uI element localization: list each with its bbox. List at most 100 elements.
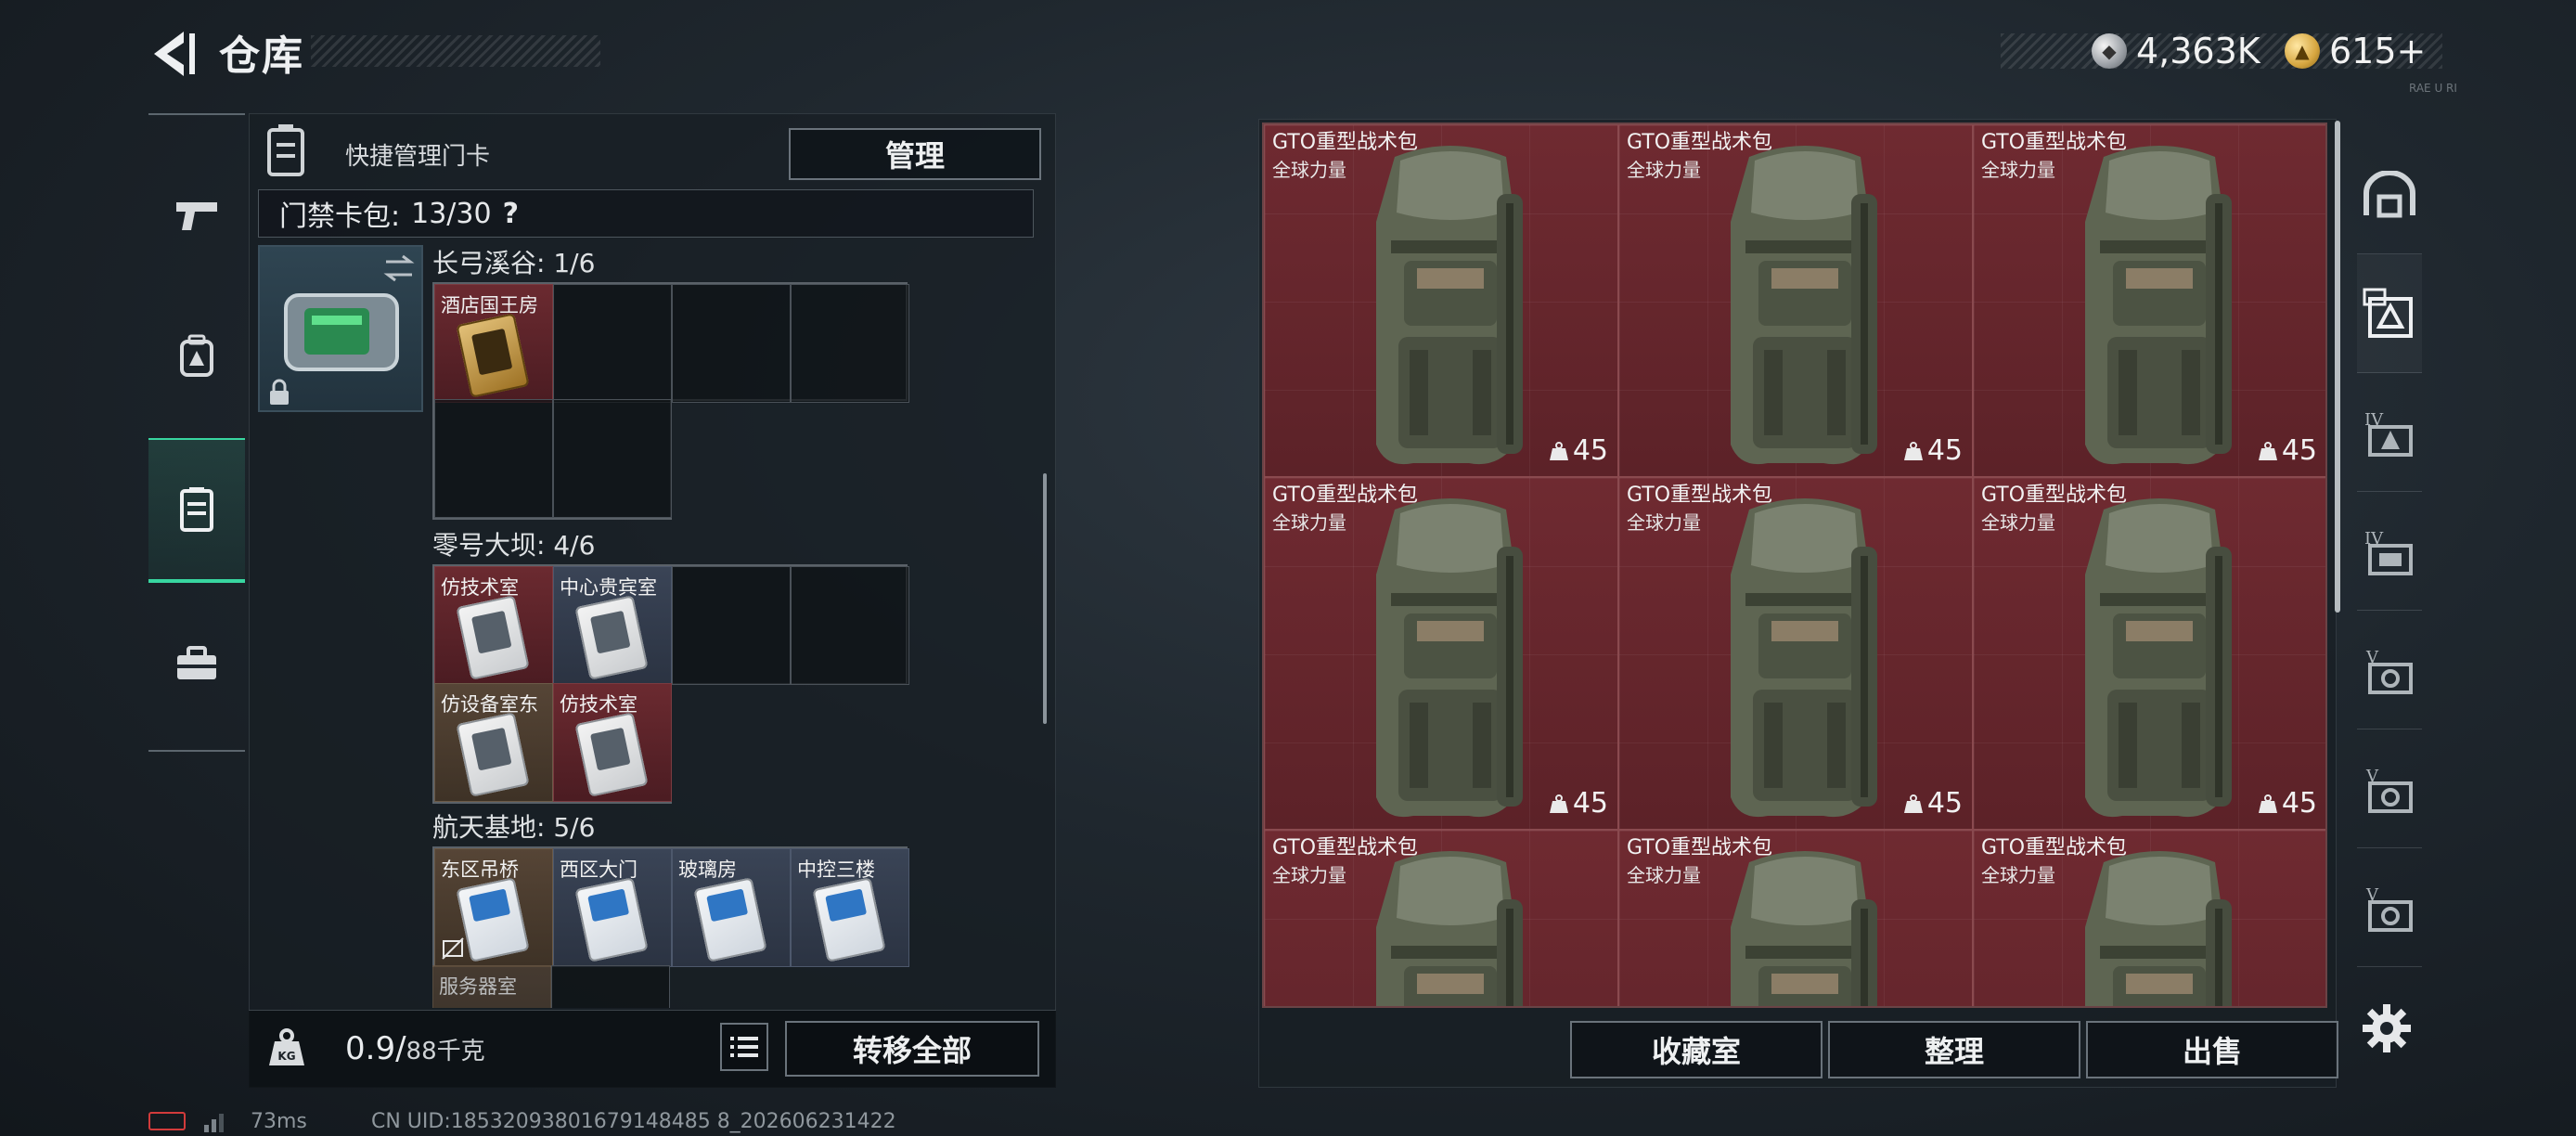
- item-weight-value: 45: [2281, 434, 2317, 467]
- keycard-name: 仿技术室: [441, 576, 519, 599]
- empty-slot[interactable]: [553, 399, 672, 518]
- keycard-image: [456, 313, 530, 398]
- tier-v-icon: V: [2365, 648, 2413, 694]
- stash-filter-nav: IV IV V V V: [2357, 119, 2422, 1010]
- empty-slot[interactable]: [551, 965, 670, 1008]
- keycard-image: [456, 877, 530, 962]
- sell-button[interactable]: 出售: [2086, 1021, 2338, 1078]
- keycard-grid-longbow-valley-row2: [432, 399, 672, 520]
- empty-slot[interactable]: [434, 399, 553, 518]
- keycard-scrollbar[interactable]: [1043, 473, 1047, 724]
- stash-item-tile[interactable]: GTO重型战术包 全球力量 45: [1618, 124, 1973, 477]
- nav-toolbox[interactable]: [148, 616, 245, 709]
- manage-button[interactable]: 管理: [789, 128, 1041, 180]
- keycard-slot[interactable]: 玻璃房: [672, 848, 791, 967]
- item-subtitle: 全球力量: [1981, 511, 2055, 534]
- back-arrow-icon: [154, 32, 195, 76]
- empty-slot[interactable]: [791, 566, 909, 685]
- keycard-grid-zero-dam-row2: 仿设备室东 仿技术室: [432, 683, 672, 804]
- item-weight: 45: [1549, 787, 1608, 820]
- weight-icon: KG: [265, 1026, 308, 1069]
- item-subtitle: 全球力量: [1272, 511, 1346, 534]
- keycard-slot[interactable]: 服务器室: [432, 965, 551, 1008]
- back-button[interactable]: [147, 28, 202, 80]
- backpack-image: [1731, 146, 1877, 465]
- stash-item-tile[interactable]: GTO重型战术包 全球力量 45: [1264, 477, 1618, 830]
- nav-equipment[interactable]: [148, 310, 245, 403]
- item-subtitle: 全球力量: [1627, 511, 1701, 534]
- stash-item-tile[interactable]: GTO重型战术包 全球力量 45: [1973, 124, 2325, 477]
- empty-slot[interactable]: [672, 566, 791, 685]
- nav-weapons[interactable]: [148, 169, 245, 262]
- item-subtitle: 全球力量: [1627, 864, 1701, 886]
- keycard-name: 酒店国王房: [441, 294, 538, 316]
- keycard-name: 玻璃房: [678, 858, 737, 881]
- filter-vault[interactable]: [2357, 136, 2422, 254]
- tier-iv-box-icon: IV: [2364, 529, 2413, 575]
- swap-icon[interactable]: [380, 252, 418, 284]
- nav-keycards[interactable]: [148, 438, 245, 583]
- keycard-slot[interactable]: 酒店国王房: [434, 284, 553, 403]
- ping-readout: 73ms: [251, 1110, 307, 1133]
- empty-slot[interactable]: [791, 284, 909, 403]
- settings-button[interactable]: [2361, 1002, 2413, 1054]
- item-subtitle: 全球力量: [1981, 159, 2055, 181]
- item-subtitle: 全球力量: [1272, 159, 1346, 181]
- empty-slot[interactable]: [553, 284, 672, 403]
- pouch-label: 门禁卡包:: [279, 200, 401, 233]
- no-trade-icon: [442, 937, 464, 960]
- help-icon[interactable]: ?: [503, 198, 519, 230]
- keycard-name: 中心贵宾室: [560, 576, 657, 599]
- filter-tier-v[interactable]: V: [2357, 729, 2422, 848]
- weight-icon: [1903, 794, 1923, 813]
- keycard-slot[interactable]: 西区大门: [553, 848, 672, 967]
- stash-item-tile[interactable]: GTO重型战术包 全球力量: [1973, 830, 2325, 1006]
- collection-room-button[interactable]: 收藏室: [1570, 1021, 1823, 1078]
- carry-weight: 0.9/88千克: [345, 1030, 485, 1067]
- list-icon: [730, 1037, 758, 1057]
- item-weight: 45: [1549, 434, 1608, 467]
- stash-item-tile[interactable]: GTO重型战术包 全球力量 45: [1973, 477, 2325, 830]
- backpack-image: [1376, 498, 1523, 818]
- title-decoration: [311, 35, 600, 67]
- sort-button[interactable]: 整理: [1828, 1021, 2080, 1078]
- silver-currency[interactable]: ◆ 4,363K: [2092, 28, 2260, 74]
- empty-slot[interactable]: [672, 284, 791, 403]
- stash-actions: 收藏室 整理 出售: [1570, 1021, 2338, 1078]
- stash-scrollbar[interactable]: [2335, 121, 2340, 613]
- backpack-image: [1731, 498, 1877, 818]
- weight-icon: [1903, 441, 1923, 460]
- list-view-button[interactable]: [720, 1023, 768, 1071]
- filter-keycards[interactable]: [2357, 254, 2422, 373]
- stash-item-tile[interactable]: GTO重型战术包 全球力量: [1264, 830, 1618, 1006]
- version-tag: RAE U RI: [2409, 82, 2457, 95]
- backpack-image: [2085, 146, 2232, 465]
- keycard-image: [574, 877, 649, 962]
- gold-currency[interactable]: ▲ 615+: [2285, 28, 2426, 74]
- item-weight-value: 45: [1926, 434, 1963, 467]
- stash-item-tile[interactable]: GTO重型战术包 全球力量 45: [1264, 124, 1618, 477]
- filter-tier-v[interactable]: V: [2357, 611, 2422, 729]
- keycard-slot[interactable]: 仿技术室: [434, 566, 553, 685]
- stash-item-tile[interactable]: GTO重型战术包 全球力量: [1618, 830, 1973, 1006]
- transfer-all-button[interactable]: 转移全部: [785, 1021, 1039, 1077]
- keycard-grid-space-base-row2: 服务器室: [432, 965, 672, 1008]
- item-name: GTO重型战术包: [1981, 131, 2128, 154]
- stash-grid: GTO重型战术包 全球力量 45 GTO重型战术包 全球力量 45 GTO重型战术包 全球力量…: [1262, 123, 2327, 1008]
- filter-tier-iv-box[interactable]: IV: [2357, 492, 2422, 611]
- keycard-pouch-summary: 门禁卡包: 13/30 ?: [258, 189, 1034, 238]
- keycard-slot[interactable]: 中控三楼: [791, 848, 909, 967]
- keycard-slot[interactable]: 中心贵宾室: [553, 566, 672, 685]
- keycard-slot[interactable]: 仿设备室东: [434, 683, 553, 802]
- item-name: GTO重型战术包: [1272, 131, 1419, 154]
- keycard-grid-longbow-valley: 酒店国王房: [432, 282, 909, 403]
- stash-item-tile[interactable]: GTO重型战术包 全球力量 45: [1618, 477, 1973, 830]
- filter-tier-iv[interactable]: IV: [2357, 373, 2422, 492]
- keycard-slot[interactable]: 东区吊桥: [434, 848, 553, 967]
- item-weight: 45: [1903, 434, 1963, 467]
- tier-iv-icon: IV: [2364, 410, 2413, 457]
- keycard-slot[interactable]: 仿技术室: [553, 683, 672, 802]
- filter-tier-v[interactable]: V: [2357, 848, 2422, 967]
- lock-icon: [267, 379, 291, 407]
- item-weight: 45: [2258, 434, 2317, 467]
